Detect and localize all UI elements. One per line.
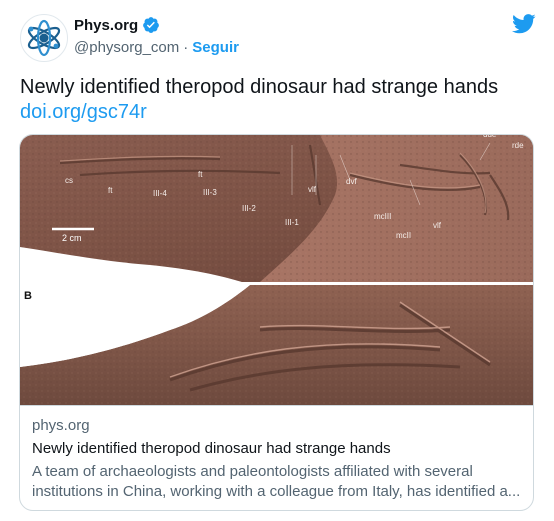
author-name[interactable]: Phys.org	[74, 17, 138, 34]
card-title[interactable]: Newly identified theropod dinosaur had s…	[32, 439, 521, 459]
card-domain: phys.org	[32, 417, 90, 434]
author-name-row: Phys.org	[74, 16, 160, 34]
fig-label-iii-1: III-1	[285, 218, 299, 227]
card-meta: phys.org Newly identified theropod dinos…	[20, 405, 533, 510]
panel-b-label: B	[24, 290, 32, 302]
author-handle[interactable]: @physorg_com	[74, 39, 179, 56]
fig-label-dvf: dvf	[346, 177, 357, 186]
follow-button[interactable]: Seguir	[192, 39, 239, 56]
fig-label-vlf: vlf	[308, 185, 317, 194]
fig-label-rde: rde	[512, 141, 524, 150]
card-description: A team of archaeologists and paleontolog…	[32, 463, 521, 500]
tweet-container: Phys.org @physorg_com · Seguir Newly ide…	[0, 0, 554, 521]
fossil-image[interactable]: cs ft III-4 ft III-3 III-2 III-1 vlf dvf…	[20, 135, 533, 405]
physorg-atom-logo-icon	[22, 16, 66, 60]
fig-label-dde: dde	[483, 135, 497, 139]
author-handle-row: @physorg_com · Seguir	[74, 39, 239, 56]
fig-label-mciii: mcIII	[374, 212, 391, 221]
panel-separator	[20, 282, 533, 285]
verified-badge-icon	[143, 17, 160, 33]
scale-label: 2 cm	[62, 233, 82, 243]
twitter-bird-icon[interactable]	[512, 14, 536, 34]
tweet-link[interactable]: doi.org/gsc74r	[20, 100, 540, 125]
fig-label-iii-3: III-3	[203, 188, 217, 197]
fig-label-ft-2: ft	[198, 170, 203, 179]
link-preview-card[interactable]: cs ft III-4 ft III-3 III-2 III-1 vlf dvf…	[19, 134, 534, 511]
author-avatar[interactable]	[20, 14, 68, 62]
fig-label-mcii: mcII	[396, 231, 411, 240]
tweet-text: Newly identified theropod dinosaur had s…	[20, 76, 499, 98]
fig-label-iii-4: III-4	[153, 189, 167, 198]
separator-dot: ·	[183, 39, 189, 56]
fig-label-vlf-2: vlf	[433, 221, 442, 230]
fig-label-ft: ft	[108, 186, 113, 195]
tweet-body: Newly identified theropod dinosaur had s…	[20, 75, 540, 125]
fig-label-iii-2: III-2	[242, 204, 256, 213]
fig-label-cs: cs	[65, 176, 73, 185]
